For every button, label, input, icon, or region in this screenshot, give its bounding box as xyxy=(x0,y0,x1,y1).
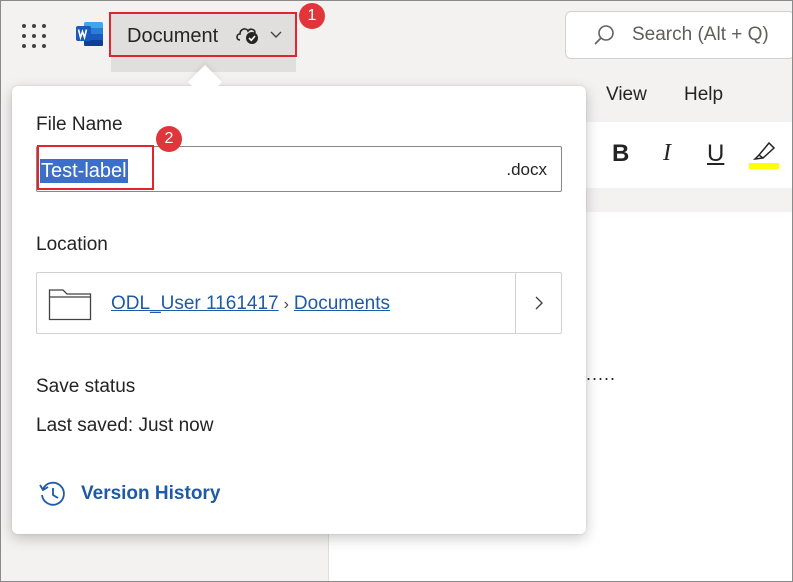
bold-button[interactable]: B xyxy=(612,140,629,168)
browse-location-button[interactable] xyxy=(515,273,561,333)
search-icon xyxy=(594,25,614,45)
document-title: Document xyxy=(127,25,219,47)
callout-badge-1: 1 xyxy=(299,3,325,29)
file-name-label: File Name xyxy=(36,114,123,135)
file-name-value: Test-label xyxy=(40,159,128,183)
menu-help[interactable]: Help xyxy=(684,84,723,106)
chevron-down-icon xyxy=(270,31,282,38)
location-link-user[interactable]: ODL_User 1161417 xyxy=(111,293,279,314)
app-launcher-icon[interactable] xyxy=(22,24,48,50)
highlighter-icon[interactable] xyxy=(751,139,777,163)
cloud-saved-icon xyxy=(236,28,258,44)
chevron-right-icon xyxy=(535,296,543,310)
search-box[interactable]: Search (Alt + Q) xyxy=(565,11,793,59)
search-placeholder: Search (Alt + Q) xyxy=(632,24,769,45)
menu-view[interactable]: View xyxy=(606,84,647,106)
chevron-right-icon: › xyxy=(283,296,289,313)
location-link-documents[interactable]: Documents xyxy=(294,293,390,314)
folder-icon xyxy=(48,289,92,321)
file-name-input[interactable]: Test-label .docx xyxy=(36,146,562,192)
last-saved-text: Last saved: Just now xyxy=(36,415,214,436)
highlight-color-swatch xyxy=(749,163,779,169)
italic-button[interactable]: I xyxy=(663,140,671,167)
location-field[interactable]: ODL_User 1161417 › Documents xyxy=(36,272,562,334)
file-extension: .docx xyxy=(506,160,547,179)
location-label: Location xyxy=(36,234,108,255)
version-history-label: Version History xyxy=(81,483,221,504)
word-logo-icon xyxy=(76,22,103,46)
file-info-popup: File Name Test-label .docx Location ODL_… xyxy=(12,86,586,534)
document-text: ..... xyxy=(586,364,617,384)
callout-badge-2: 2 xyxy=(156,126,182,152)
save-status-label: Save status xyxy=(36,376,136,397)
location-breadcrumb: ODL_User 1161417 › Documents xyxy=(111,293,390,315)
underline-button[interactable]: U xyxy=(707,140,724,168)
history-icon xyxy=(39,481,65,506)
document-title-button[interactable]: Document xyxy=(111,14,296,56)
